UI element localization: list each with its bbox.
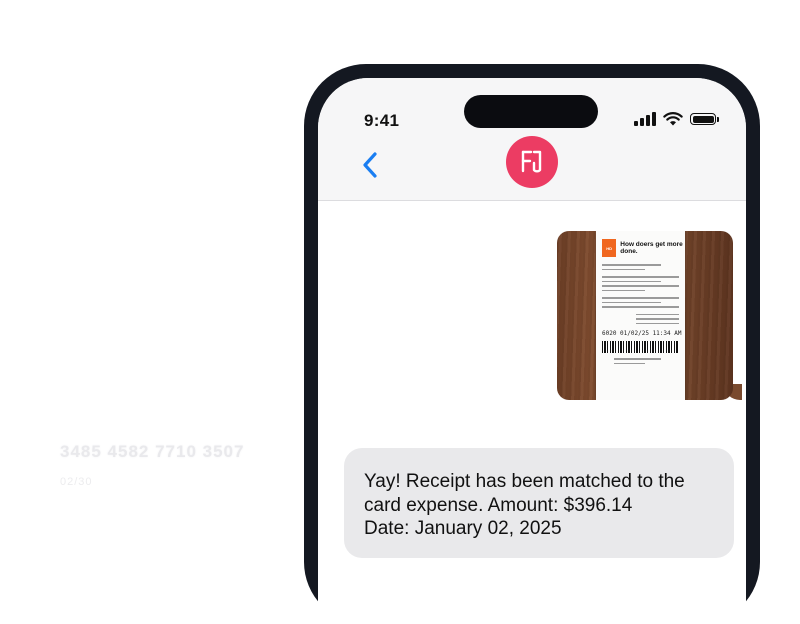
phone-screen: 9:41 HD How doers get more done. 6020 01… [318, 78, 746, 624]
status-icons [634, 112, 719, 126]
contact-avatar[interactable] [506, 136, 558, 188]
receipt-barcode [602, 341, 679, 353]
app-logo-icon [521, 150, 542, 173]
receipt-image-bubble[interactable]: HD How doers get more done. 6020 01/02/2… [557, 231, 742, 400]
store-logo: HD [602, 239, 617, 257]
receipt-date-time: 6020 01/02/25 11:34 AM [602, 330, 682, 337]
wifi-icon [663, 112, 683, 126]
phone-frame: 9:41 HD How doers get more done. 6020 01… [304, 64, 760, 624]
background-card: 3485 4582 7710 3507 02/30 [60, 442, 244, 488]
chevron-left-icon [363, 152, 377, 178]
status-time: 9:41 [364, 111, 400, 130]
card-number: 3485 4582 7710 3507 [60, 442, 245, 461]
cellular-signal-icon [634, 112, 656, 126]
battery-icon [690, 113, 719, 125]
message-text: Yay! Receipt has been matched to the car… [364, 471, 685, 539]
card-expiry: 02/30 [60, 476, 93, 488]
dynamic-island [464, 95, 598, 128]
receipt-photo: HD How doers get more done. 6020 01/02/2… [557, 231, 733, 400]
conversation-header: 9:41 [318, 78, 746, 201]
receipt-tagline: How doers get more done. [620, 241, 683, 255]
incoming-message-bubble: Yay! Receipt has been matched to the car… [344, 448, 734, 558]
back-button[interactable] [358, 150, 384, 180]
receipt-paper: HD How doers get more done. 6020 01/02/2… [596, 231, 685, 400]
